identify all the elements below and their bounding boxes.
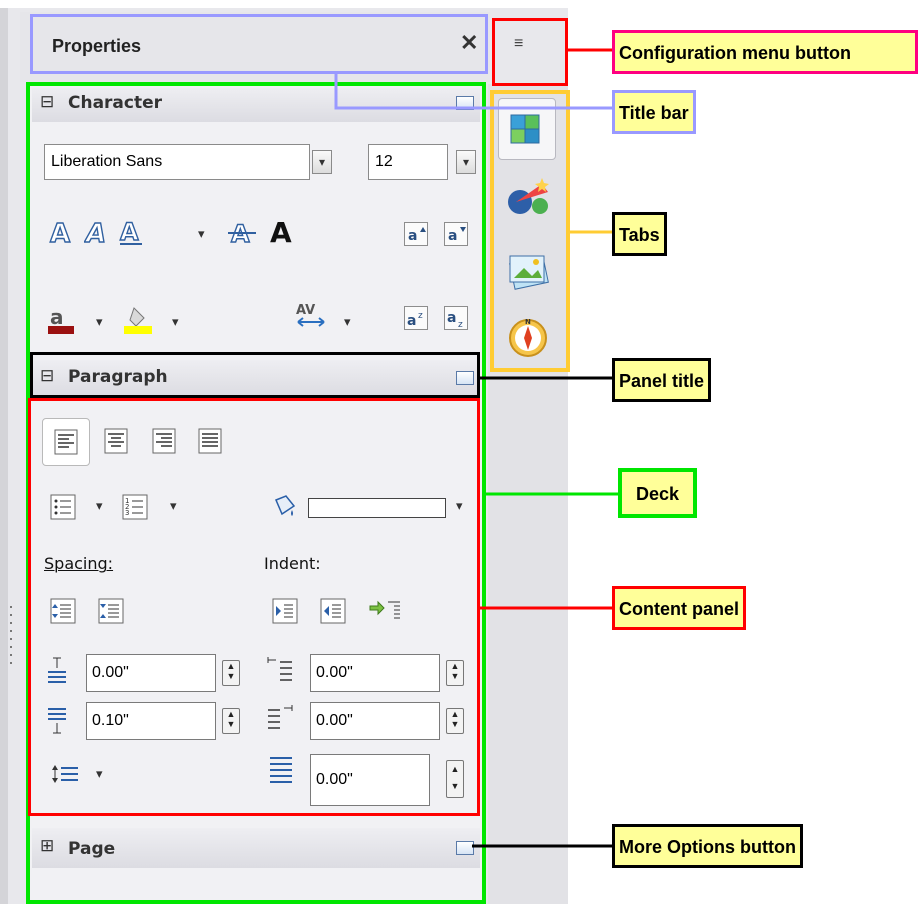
callout-more-options-button: More Options button — [612, 824, 803, 868]
callout-tabs: Tabs — [612, 212, 667, 256]
callout-connectors — [334, 48, 618, 848]
callout-content-panel: Content panel — [612, 586, 746, 630]
callout-deck: Deck — [618, 468, 698, 518]
callout-title-bar: Title bar — [612, 90, 696, 134]
callout-configuration-menu-button: Configuration menu button — [612, 30, 918, 74]
callout-panel-title: Panel title — [612, 358, 712, 402]
